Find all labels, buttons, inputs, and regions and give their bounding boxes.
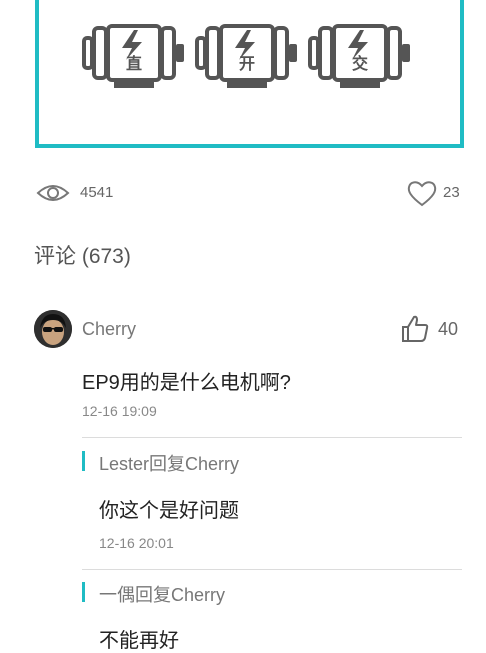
eye-icon: [36, 185, 70, 201]
reply-accent-bar: [82, 582, 85, 602]
comments-header: 评论 (673): [34, 245, 131, 268]
ac-motor-icon: 交: [308, 22, 412, 92]
like-count: 23: [443, 184, 460, 201]
dc-motor-icon: 直: [82, 22, 186, 92]
reply-text: 不能再好: [99, 630, 179, 652]
stats-row: 4541 23: [0, 176, 486, 212]
reply-text: 你这个是好问题: [99, 500, 239, 522]
heart-icon[interactable]: [407, 180, 437, 208]
reply-timestamp: 12-16 20:01: [99, 535, 174, 551]
reply-header: 一偶回复Cherry: [99, 585, 226, 605]
view-count: 4541: [80, 184, 114, 201]
thumbs-up-icon[interactable]: [400, 314, 430, 344]
comment-text: EP9用的是什么电机啊?: [82, 372, 291, 394]
switched-motor-icon: 开: [195, 22, 299, 92]
divider: [82, 569, 462, 570]
comment-like-count: 40: [438, 319, 459, 339]
divider: [82, 437, 462, 438]
avatar[interactable]: [34, 310, 72, 348]
reply-accent-bar: [82, 451, 85, 471]
motor-icons-row: 直 开 交: [82, 22, 412, 92]
reply-header: Lester回复Cherry: [99, 454, 240, 474]
comment-timestamp: 12-16 19:09: [82, 403, 157, 419]
comment-username[interactable]: Cherry: [82, 319, 136, 340]
